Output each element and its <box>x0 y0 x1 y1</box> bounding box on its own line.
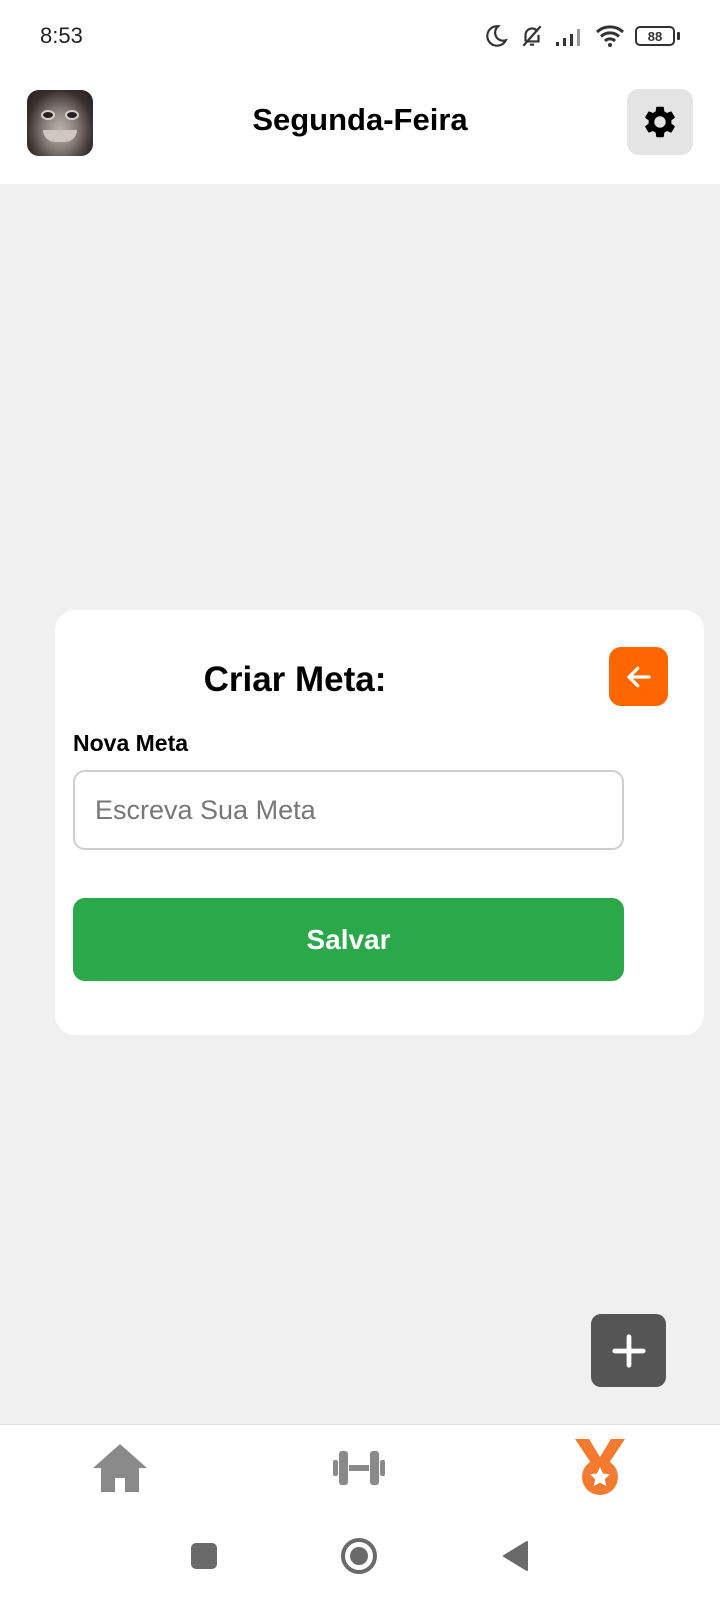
moon-icon <box>486 25 508 47</box>
battery-level: 88 <box>635 26 675 46</box>
nav-goals[interactable] <box>565 1433 635 1503</box>
circle-home-icon <box>341 1538 377 1574</box>
medal-icon <box>575 1439 625 1495</box>
bottom-nav <box>0 1424 720 1512</box>
status-bar: 8:53 88 <box>0 0 720 72</box>
bell-off-icon <box>522 25 542 47</box>
nav-home[interactable] <box>85 1433 155 1503</box>
new-goal-label: Nova Meta <box>73 730 189 756</box>
system-nav-bar <box>0 1512 720 1600</box>
app-header: Segunda-Feira <box>0 72 720 184</box>
page-title: Segunda-Feira <box>252 102 468 137</box>
battery-icon: 88 <box>635 26 680 46</box>
gear-icon <box>645 106 675 138</box>
card-title: Criar Meta: <box>203 660 387 699</box>
add-button[interactable] <box>591 1314 666 1387</box>
system-back-button[interactable] <box>494 1534 538 1578</box>
plus-icon <box>611 1333 646 1368</box>
triangle-back-icon <box>503 1541 528 1571</box>
settings-button[interactable] <box>627 89 693 155</box>
system-home-button[interactable] <box>337 1534 381 1578</box>
app-screen: 8:53 88 Segunda-Feira Criar Meta: Nova M… <box>0 0 720 1600</box>
wifi-icon <box>595 25 625 47</box>
status-time: 8:53 <box>40 23 83 48</box>
save-button[interactable]: Salvar <box>73 898 624 981</box>
signal-icon <box>556 29 580 46</box>
dumbbell-icon <box>333 1451 385 1485</box>
status-icons: 88 <box>483 23 680 49</box>
nav-workout[interactable] <box>324 1433 394 1503</box>
square-recent-icon <box>191 1543 217 1569</box>
battery-tip <box>677 32 680 40</box>
home-icon <box>93 1444 147 1492</box>
recent-apps-button[interactable] <box>182 1534 226 1578</box>
arrow-left-icon <box>626 666 651 687</box>
goal-input[interactable] <box>73 770 624 850</box>
back-button[interactable] <box>609 647 668 706</box>
create-goal-card: Criar Meta: Nova Meta Salvar <box>55 610 704 1035</box>
